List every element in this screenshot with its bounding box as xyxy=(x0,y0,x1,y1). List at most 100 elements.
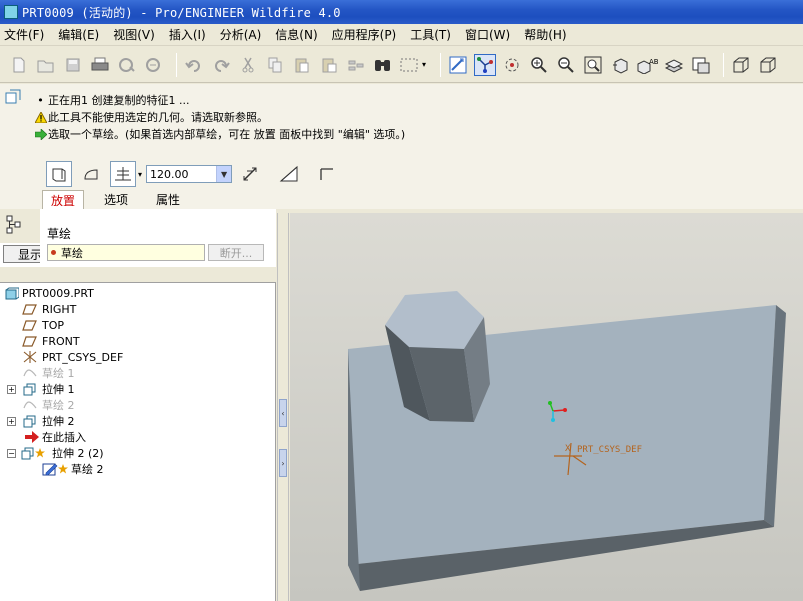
app-icon xyxy=(4,5,18,19)
menu-analysis[interactable]: 分析(A) xyxy=(220,26,262,43)
depth-option: ▾ 120.00 ▼ xyxy=(110,161,233,187)
menu-insert[interactable]: 插入(I) xyxy=(169,26,206,43)
tab-placement[interactable]: 放置 xyxy=(42,190,85,210)
depth-dropdown-icon[interactable]: ▾ xyxy=(138,170,142,179)
menu-info[interactable]: 信息(N) xyxy=(275,26,317,43)
blind-depth-icon[interactable] xyxy=(110,161,136,187)
repaint-icon[interactable] xyxy=(447,54,469,76)
expand-icon[interactable]: + xyxy=(7,417,16,426)
datum-plane-icon xyxy=(22,302,38,316)
prompt-arrow-icon xyxy=(34,129,47,140)
sketch-collector[interactable]: 草绘 xyxy=(47,244,205,261)
expand-right-icon[interactable]: › xyxy=(279,449,287,477)
tree-item-insert-here[interactable]: 在此插入 xyxy=(0,429,276,445)
unlink-button[interactable]: 断开... xyxy=(208,244,264,261)
collapse-icon[interactable]: − xyxy=(7,449,16,458)
menu-window[interactable]: 窗口(W) xyxy=(465,26,510,43)
thicken-sketch-icon[interactable] xyxy=(314,161,340,187)
menu-file[interactable]: 文件(F) xyxy=(4,26,44,43)
dashboard-grip-icon[interactable] xyxy=(4,88,22,106)
copy-icon[interactable] xyxy=(264,54,286,76)
wireframe-icon[interactable] xyxy=(730,54,752,76)
menu-edit[interactable]: 编辑(E) xyxy=(58,26,99,43)
reorient-icon[interactable] xyxy=(609,54,631,76)
tree-item-top[interactable]: TOP xyxy=(0,317,276,333)
send-link-icon[interactable] xyxy=(143,54,165,76)
panel-splitter[interactable]: ‹ › xyxy=(277,213,289,601)
main-toolbar: ▾ AB xyxy=(0,47,803,83)
tree-item-label: RIGHT xyxy=(42,302,77,316)
toolbar-separator xyxy=(723,52,724,77)
paste-special-icon[interactable] xyxy=(318,54,340,76)
collapse-left-icon[interactable]: ‹ xyxy=(279,399,287,427)
zoom-out-icon[interactable] xyxy=(555,54,577,76)
menu-help[interactable]: 帮助(H) xyxy=(524,26,566,43)
graphics-window[interactable]: X PRT_CSYS_DEF xyxy=(290,213,803,601)
navigator-panel: 显示 草绘 草绘 断开... PRT0009.PRT RIGHT TOP FRO… xyxy=(0,209,276,601)
tree-item-csys[interactable]: PRT_CSYS_DEF xyxy=(0,349,276,365)
tree-item-sketch-2-copy[interactable]: 草绘 2 xyxy=(0,461,276,477)
sketch-icon xyxy=(22,366,38,380)
tree-item-label: 草绘 2 xyxy=(71,463,104,476)
zoom-in-icon[interactable] xyxy=(528,54,550,76)
extrude-solid-icon[interactable] xyxy=(46,161,72,187)
sketch-icon xyxy=(22,398,38,412)
tree-item-label: FRONT xyxy=(42,334,80,348)
message-line: 选取一个草绘。(如果首选内部草绘，可在 放置 面板中找到 "编辑" 选项。) xyxy=(34,126,405,143)
tree-item-label: PRT0009.PRT xyxy=(22,286,94,300)
message-line: 此工具不能使用选定的几何。请选取新参照。 xyxy=(34,109,405,126)
saved-views-icon[interactable]: AB xyxy=(636,54,658,76)
part-icon xyxy=(4,286,20,300)
layers-icon[interactable] xyxy=(663,54,685,76)
collector-status-icon xyxy=(51,250,56,255)
open-folder-icon[interactable] xyxy=(35,54,57,76)
placement-slideup: 草绘 草绘 断开... xyxy=(40,209,276,267)
select-dropdown-icon[interactable]: ▾ xyxy=(422,60,430,69)
tree-item-front[interactable]: FRONT xyxy=(0,333,276,349)
flip-direction-icon[interactable] xyxy=(238,161,264,187)
new-file-icon[interactable] xyxy=(8,54,30,76)
print-icon[interactable] xyxy=(89,54,111,76)
paste-icon[interactable] xyxy=(291,54,313,76)
tree-item-label: TOP xyxy=(42,318,65,332)
redo-icon[interactable] xyxy=(210,54,232,76)
tree-item-extrude-2-copy[interactable]: − 拉伸 2 (2) xyxy=(0,445,276,461)
tree-item-label: 拉伸 2 (2) xyxy=(52,447,104,460)
hidden-line-icon[interactable] xyxy=(757,54,779,76)
menu-tools[interactable]: 工具(T) xyxy=(410,26,451,43)
feature-dashboard: • 正在用1 创建复制的特征1 ... 此工具不能使用选定的几何。请选取新参照。… xyxy=(0,84,803,210)
spin-center-icon[interactable] xyxy=(501,54,523,76)
view-manager-icon[interactable] xyxy=(690,54,712,76)
expand-icon[interactable]: + xyxy=(7,385,16,394)
orient-mode-icon[interactable] xyxy=(474,53,496,76)
tree-item-right[interactable]: RIGHT xyxy=(0,301,276,317)
message-text: 正在用1 创建复制的特征1 ... xyxy=(48,94,190,107)
tree-item-part[interactable]: PRT0009.PRT xyxy=(0,285,276,301)
remove-material-icon[interactable] xyxy=(276,161,302,187)
regenerate-icon[interactable] xyxy=(345,54,367,76)
menu-applications[interactable]: 应用程序(P) xyxy=(332,26,397,43)
send-mail-icon[interactable] xyxy=(116,54,138,76)
find-icon[interactable] xyxy=(372,54,394,76)
save-icon[interactable] xyxy=(62,54,84,76)
tab-properties[interactable]: 属性 xyxy=(148,190,188,210)
extrude-icon xyxy=(22,414,38,428)
tab-options[interactable]: 选项 xyxy=(96,190,136,210)
tree-item-sketch-2[interactable]: 草绘 2 xyxy=(0,397,276,413)
cut-icon[interactable] xyxy=(237,54,259,76)
dashboard-tabs: 放置 选项 属性 xyxy=(42,190,200,210)
model-tree-tab-icon[interactable] xyxy=(6,215,22,238)
message-text: 选取一个草绘。(如果首选内部草绘，可在 放置 面板中找到 "编辑" 选项。) xyxy=(48,128,406,141)
select-box-icon[interactable] xyxy=(399,54,421,76)
tree-item-extrude-1[interactable]: + 拉伸 1 xyxy=(0,381,276,397)
extrude-surface-icon[interactable] xyxy=(78,161,104,187)
tree-item-label: 草绘 1 xyxy=(42,367,75,380)
tree-item-sketch-1[interactable]: 草绘 1 xyxy=(0,365,276,381)
refit-icon[interactable] xyxy=(582,54,604,76)
depth-value-dropdown-icon[interactable]: ▼ xyxy=(216,166,232,182)
depth-value-input[interactable]: 120.00 ▼ xyxy=(146,165,233,183)
show-menu-button[interactable]: 显示 xyxy=(3,245,43,263)
undo-icon[interactable] xyxy=(183,54,205,76)
menu-view[interactable]: 视图(V) xyxy=(113,26,155,43)
tree-item-extrude-2[interactable]: + 拉伸 2 xyxy=(0,413,276,429)
